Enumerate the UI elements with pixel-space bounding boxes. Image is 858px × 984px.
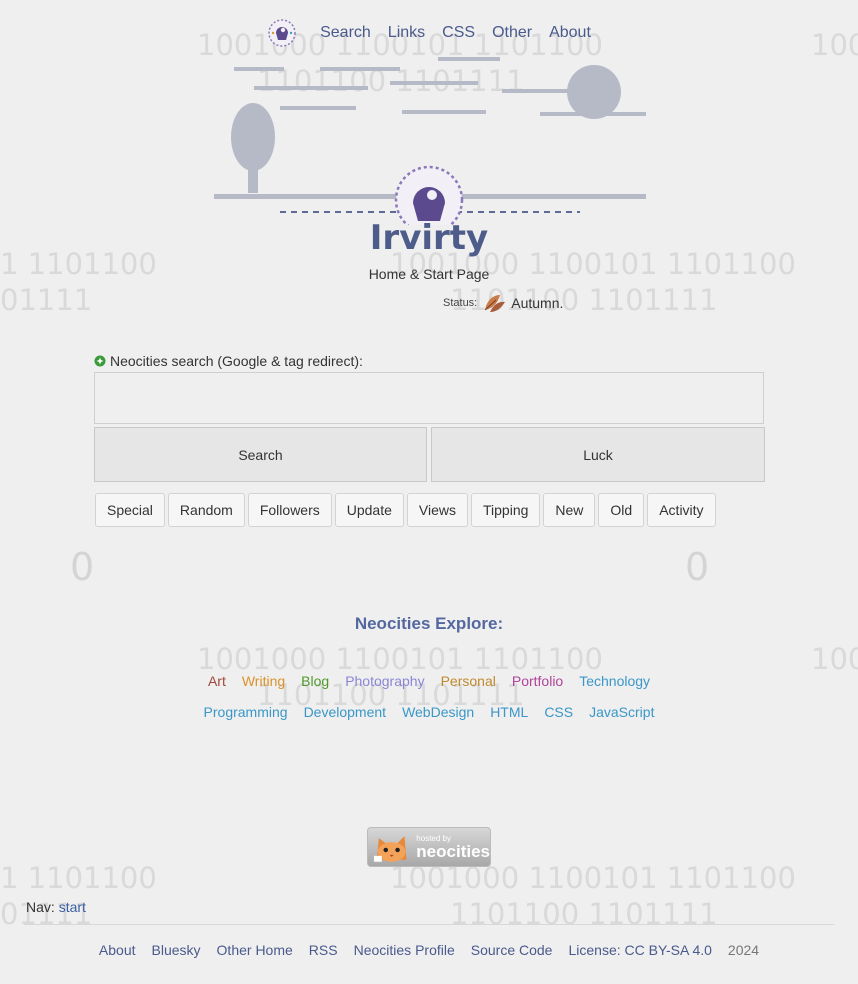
tag-portfolio-link[interactable]: Portfolio <box>512 673 563 689</box>
footer-neocities-profile-link[interactable]: Neocities Profile <box>354 942 455 958</box>
update-button[interactable]: Update <box>334 493 404 527</box>
tag-html-link[interactable]: HTML <box>490 704 528 720</box>
topnav-css-link[interactable]: CSS <box>442 24 475 42</box>
bg-binary-left-2: 1 1101100 01111 <box>0 861 157 931</box>
neocities-cat-icon <box>373 836 407 862</box>
explore-tags-row-1: Art Writing Blog Photography Personal Po… <box>0 673 858 689</box>
footer-bluesky-link[interactable]: Bluesky <box>152 942 201 958</box>
neocities-badge[interactable]: hosted by neocities <box>367 827 491 867</box>
tag-writing-link[interactable]: Writing <box>242 673 285 689</box>
status-line: Status: Autumn. <box>443 292 563 314</box>
footer-rss-link[interactable]: RSS <box>309 942 338 958</box>
plus-circle-icon <box>94 355 106 367</box>
tag-blog-link[interactable]: Blog <box>301 673 329 689</box>
tag-css-link[interactable]: CSS <box>544 704 573 720</box>
random-button[interactable]: Random <box>167 493 245 527</box>
luck-button[interactable]: Luck <box>431 427 765 482</box>
bg-binary-bottom: 1001000 1100101 1101100 1101100 1101111 <box>390 861 796 931</box>
topnav-links-link[interactable]: Links <box>388 24 425 42</box>
footer-source-code-link[interactable]: Source Code <box>471 942 553 958</box>
search-label: Neocities search (Google & tag redirect)… <box>94 353 363 369</box>
status-label: Status: <box>443 297 478 309</box>
activity-button[interactable]: Activity <box>647 493 716 527</box>
tag-personal-link[interactable]: Personal <box>441 673 496 689</box>
site-subtitle: Home & Start Page <box>368 266 490 282</box>
quick-buttons: Special Random Followers Update Views Ti… <box>95 493 716 527</box>
tag-technology-link[interactable]: Technology <box>579 673 650 689</box>
explore-title: Neocities Explore: <box>354 614 504 633</box>
status-value: Autumn. <box>511 295 564 311</box>
bg-binary-explore-edge: 100 <box>811 642 858 676</box>
search-label-text: Neocities search (Google & tag redirect)… <box>110 353 363 369</box>
old-button[interactable]: Old <box>598 493 645 527</box>
special-button[interactable]: Special <box>95 493 165 527</box>
header-banner <box>214 57 646 225</box>
topnav-search-link[interactable]: Search <box>320 24 371 42</box>
tag-development-link[interactable]: Development <box>304 704 387 720</box>
followers-button[interactable]: Followers <box>247 493 332 527</box>
page-nav: Nav: start <box>26 899 86 915</box>
nav-label: Nav: <box>26 899 55 915</box>
explore-tags-row-2: Programming Development WebDesign HTML C… <box>0 704 858 720</box>
badge-big-text: neocities <box>416 841 490 861</box>
site-title: Irvirty <box>369 218 489 258</box>
footer: About Bluesky Other Home RSS Neocities P… <box>0 942 858 958</box>
footer-license-link[interactable]: License: CC BY-SA 4.0 <box>568 942 711 958</box>
tag-webdesign-link[interactable]: WebDesign <box>402 704 474 720</box>
nav-start-link[interactable]: start <box>59 899 86 915</box>
topnav-other-link[interactable]: Other <box>492 24 532 42</box>
site-logo-icon[interactable] <box>267 18 297 48</box>
footer-year: 2024 <box>727 942 760 958</box>
top-nav: Search Links CSS Other About <box>0 18 858 48</box>
footer-divider <box>24 924 834 925</box>
footer-other-home-link[interactable]: Other Home <box>217 942 293 958</box>
search-input[interactable] <box>94 372 764 424</box>
autumn-leaves-icon <box>484 295 506 312</box>
tag-programming-link[interactable]: Programming <box>204 704 288 720</box>
tag-javascript-link[interactable]: JavaScript <box>589 704 654 720</box>
tag-photography-link[interactable]: Photography <box>345 673 424 689</box>
views-button[interactable]: Views <box>406 493 468 527</box>
footer-about-link[interactable]: About <box>99 942 136 958</box>
tipping-button[interactable]: Tipping <box>471 493 541 527</box>
bg-zero-left: 0 <box>70 545 95 589</box>
tag-art-link[interactable]: Art <box>208 673 226 689</box>
new-button[interactable]: New <box>543 493 596 527</box>
search-button[interactable]: Search <box>94 427 427 482</box>
topnav-about-link[interactable]: About <box>549 24 591 42</box>
bg-zero-right: 0 <box>685 545 710 589</box>
